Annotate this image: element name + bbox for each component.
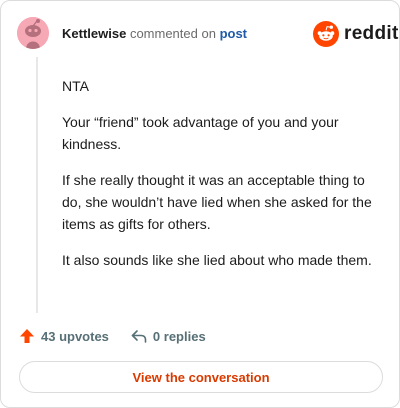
action-text: commented on (129, 26, 216, 41)
comment-paragraph: Your “friend” took advantage of you and … (62, 114, 339, 152)
thread-line (36, 57, 38, 313)
post-link[interactable]: post (220, 26, 247, 41)
comment-card: Kettlewise commented on post reddit NTA … (0, 0, 400, 408)
comment-body: NTA Your “friend” took advantage of you … (62, 75, 372, 285)
reddit-wordmark: reddit (344, 23, 399, 44)
comment-paragraph: If she really thought it was an acceptab… (62, 172, 372, 232)
reply-arrow-icon (131, 330, 147, 343)
comment-paragraph: NTA (62, 78, 89, 94)
upvote-button[interactable]: 43 upvotes (19, 328, 109, 344)
comment-paragraph: It also sounds like she lied about who m… (62, 252, 372, 268)
view-conversation-label: View the conversation (132, 369, 270, 385)
replies-count: 0 replies (152, 328, 206, 344)
reddit-logo-icon (313, 21, 339, 47)
snoo-avatar-icon[interactable] (17, 17, 49, 49)
comment-actions: 43 upvotes 0 replies (19, 328, 206, 344)
upvote-count: 43 upvotes (41, 328, 109, 344)
comment-header: Kettlewise commented on post (62, 26, 247, 42)
view-conversation-button[interactable]: View the conversation (19, 361, 383, 393)
upvote-arrow-icon (20, 329, 34, 343)
username[interactable]: Kettlewise (62, 26, 126, 41)
replies-button[interactable]: 0 replies (131, 328, 206, 344)
reddit-logo[interactable]: reddit (313, 21, 399, 47)
